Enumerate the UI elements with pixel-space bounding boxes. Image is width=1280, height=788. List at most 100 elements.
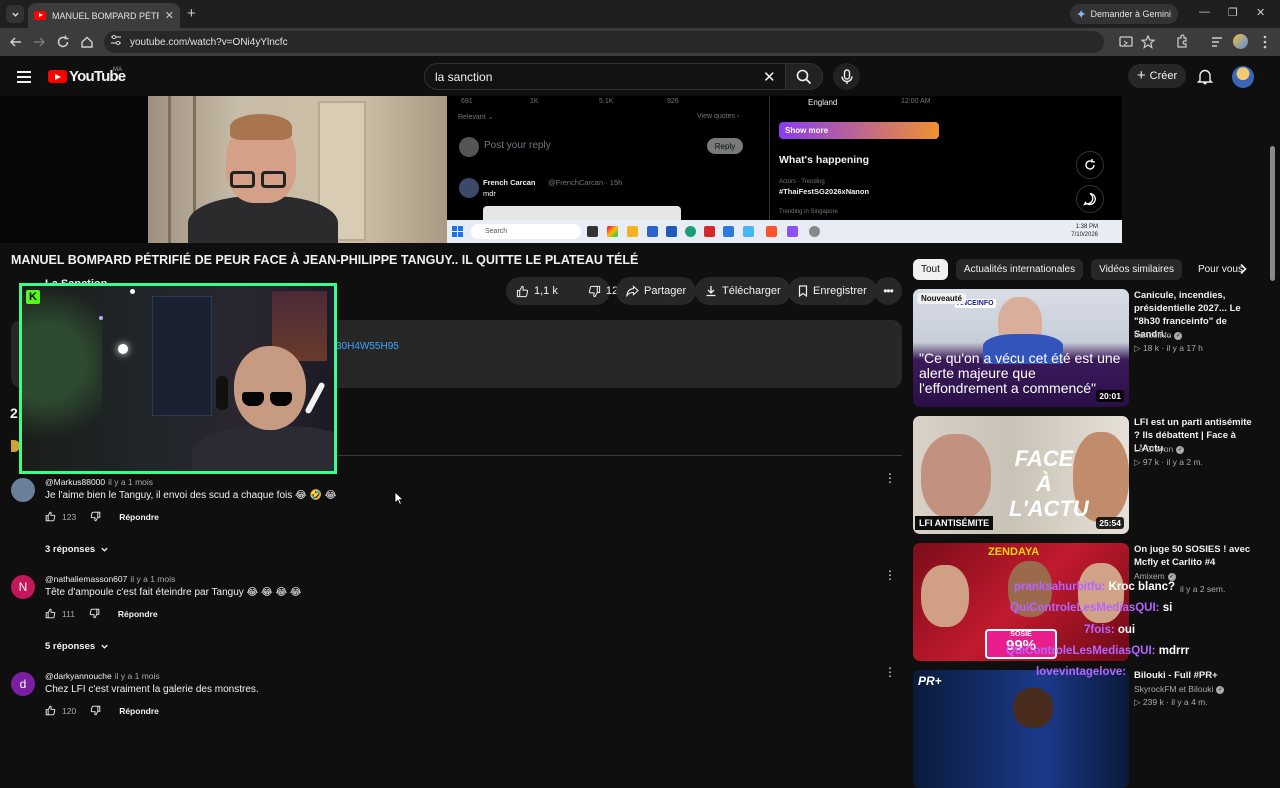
voice-search-button[interactable] — [833, 63, 860, 90]
comment-time[interactable]: il y a 1 mois — [108, 477, 153, 487]
x-trend-location: Trending in Singapore — [779, 209, 838, 215]
site-settings-icon[interactable] — [110, 34, 122, 46]
back-arrow-icon[interactable] — [8, 34, 24, 50]
download-button[interactable]: Télécharger — [695, 277, 791, 305]
video-player[interactable]: 691 1K 5.1K 926 Relevant ⌄ View quotes ›… — [0, 96, 1122, 243]
comment-menu-icon[interactable]: ⋮ — [884, 472, 896, 484]
tab-search-menu-button[interactable] — [6, 5, 24, 23]
video-thumbnail[interactable]: ANCEINFO Nouveauté "Ce qu'on a vécu cet … — [913, 289, 1129, 407]
comment-author[interactable]: @darkyannouche — [45, 671, 112, 681]
comment-author[interactable]: @nathaliemasson607 — [45, 574, 127, 584]
comment-avatar[interactable]: N — [11, 575, 35, 599]
recommended-video[interactable]: PR+ Bilouki - Full #PR+ SkyrockFM et Bil… — [913, 670, 1273, 788]
comment-author[interactable]: @Markus88000 — [45, 477, 105, 487]
video-duration: 20:01 — [1096, 390, 1124, 402]
chevron-down-icon — [101, 644, 108, 649]
channel-name[interactable]: Amixem ✓ — [1134, 571, 1176, 581]
like-button[interactable]: 1,1 k — [506, 277, 568, 305]
windows-start-icon — [452, 226, 463, 237]
bookmark-star-icon[interactable] — [1140, 34, 1156, 50]
reload-icon[interactable] — [55, 34, 71, 50]
close-window-icon[interactable]: ✕ — [1256, 6, 1265, 19]
search-input[interactable]: la sanction — [424, 63, 787, 90]
more-horizontal-icon: ••• — [883, 284, 894, 298]
reply-button[interactable]: Répondre — [118, 609, 158, 619]
comment-time[interactable]: il y a 1 mois — [115, 671, 160, 681]
page-scrollbar[interactable] — [1270, 146, 1275, 281]
thumbnail-label: PR+ — [918, 674, 942, 688]
reply-button[interactable]: Répondre — [119, 512, 159, 522]
view-replies-button[interactable]: 5 réponses — [45, 641, 109, 652]
reading-list-icon[interactable] — [1209, 34, 1225, 50]
recommended-video[interactable]: FACE À L'ACTU LFI ANTISÉMITE 25:54 LFI e… — [913, 416, 1273, 534]
home-icon[interactable] — [79, 34, 95, 50]
address-bar[interactable]: youtube.com/watch?v=ONi4yYlncfc — [104, 31, 1104, 53]
share-button[interactable]: Partager — [616, 277, 697, 305]
video-thumbnail[interactable]: FACE À L'ACTU LFI ANTISÉMITE 25:54 — [913, 416, 1129, 534]
x-tweet-text: mdr — [483, 189, 496, 198]
comment-avatar[interactable] — [11, 478, 35, 502]
tab-close-icon[interactable]: ✕ — [165, 9, 174, 22]
x-handle: @FrenchCarcan · 15h — [548, 178, 623, 187]
video-title[interactable]: Bilouki - Full #PR+ — [1134, 669, 1260, 682]
search-button[interactable] — [785, 63, 823, 90]
restore-icon[interactable]: ❐ — [1228, 6, 1238, 19]
save-button[interactable]: Enregistrer — [788, 277, 877, 305]
extensions-icon[interactable] — [1174, 34, 1190, 50]
more-actions-button[interactable]: ••• — [874, 277, 902, 305]
country-code: MA — [113, 67, 122, 73]
chip-for-you[interactable]: Pour vous — [1190, 259, 1243, 280]
view-replies-button[interactable]: 3 réponses — [45, 544, 109, 555]
video-meta: ▷ 97 k · il y a 2 m. — [1134, 457, 1203, 467]
comment-avatar[interactable]: d — [11, 672, 35, 696]
thumbs-up-icon[interactable] — [45, 608, 56, 619]
streamer-webcam-overlay: K — [19, 283, 337, 474]
recommended-video[interactable]: ANCEINFO Nouveauté "Ce qu'on a vécu cet … — [913, 289, 1273, 407]
browser-tab-active[interactable]: MANUEL BOMPARD PÉTRIFIÉ DE ✕ — [28, 3, 180, 28]
like-dislike-group: 1,1 k 12 — [506, 277, 618, 305]
cast-icon[interactable] — [1118, 34, 1134, 50]
chip-international-news[interactable]: Actualités internationales — [955, 259, 1084, 280]
chip-similar-videos[interactable]: Vidéos similaires — [1091, 259, 1182, 280]
video-thumbnail[interactable]: PR+ — [913, 670, 1129, 788]
mouse-cursor-icon — [394, 491, 404, 506]
clear-search-icon[interactable]: ✕ — [763, 68, 776, 86]
channel-name[interactable]: Le Crayon ✓ — [1134, 444, 1185, 454]
thumbs-down-icon[interactable] — [89, 608, 100, 619]
ask-gemini-button[interactable]: Demander à Gemini — [1070, 4, 1178, 24]
video-title[interactable]: On juge 50 SOSIES ! avec Mcfly et Carlit… — [1134, 543, 1260, 569]
comment-like-count: 123 — [62, 511, 77, 522]
comment-time[interactable]: il y a 1 mois — [130, 574, 175, 584]
browser-profile-avatar[interactable] — [1233, 34, 1248, 49]
forward-arrow-icon[interactable] — [31, 34, 47, 50]
comment-menu-icon[interactable]: ⋮ — [884, 666, 896, 678]
comment-text: Chez LFI c'est vraiment la galerie des m… — [45, 684, 259, 695]
minimize-icon[interactable]: — — [1199, 6, 1210, 18]
x-author-avatar — [459, 178, 479, 198]
channel-name[interactable]: SkyrockFM et Bilouki ✓ — [1134, 684, 1225, 694]
browser-menu-icon[interactable] — [1257, 34, 1273, 50]
create-button[interactable]: + Créer — [1128, 64, 1186, 88]
tab-title: MANUEL BOMPARD PÉTRIFIÉ DE — [52, 10, 159, 21]
channel-name[interactable]: franceinfo ✓ — [1134, 330, 1183, 340]
account-avatar[interactable] — [1232, 66, 1254, 88]
notifications-bell-icon[interactable] — [1197, 68, 1213, 85]
hamburger-menu-icon[interactable] — [17, 71, 31, 86]
thumbs-down-icon[interactable] — [90, 705, 101, 716]
chevron-right-icon[interactable] — [1238, 263, 1248, 275]
thumbs-up-icon[interactable] — [45, 705, 56, 716]
door-background — [152, 296, 212, 416]
description-link[interactable]: 30H4W55H95 — [336, 341, 399, 352]
windows-taskbar: Search 1:38 PM 7/10/2026 — [447, 220, 1122, 243]
comment-menu-icon[interactable]: ⋮ — [884, 569, 896, 581]
microphone-icon — [840, 68, 853, 84]
streamer-hair — [230, 114, 292, 140]
reply-button[interactable]: Répondre — [119, 706, 159, 716]
video-meta: il y a 2 sem. — [1180, 584, 1226, 594]
new-tab-icon[interactable]: + — [187, 5, 196, 23]
gemini-label: Demander à Gemini — [1090, 9, 1171, 19]
thumbs-up-icon[interactable] — [45, 511, 56, 522]
thumbs-down-icon[interactable] — [90, 511, 101, 522]
chip-all[interactable]: Tout — [913, 259, 948, 280]
youtube-logo-icon[interactable] — [48, 70, 67, 83]
